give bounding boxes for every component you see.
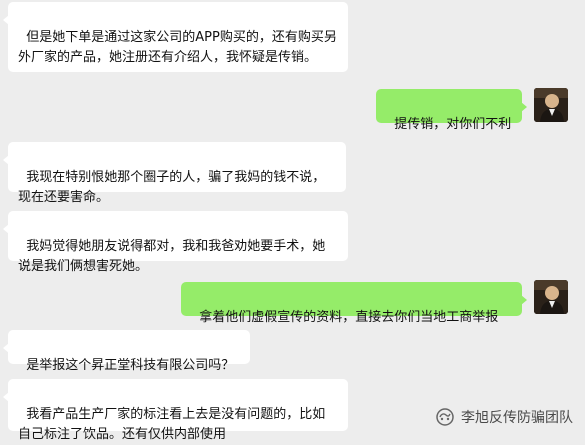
avatar[interactable] [534,280,568,314]
wechat-official-account-icon [436,408,454,426]
message-text: 拿着他们虚假宣传的资料，直接去你们当地工商举报 [199,310,499,325]
incoming-message: 我现在特别恨她那个圈子的人，骗了我妈的钱不说，现在还要害命。 [3,142,346,205]
person-avatar-icon [534,88,568,122]
person-avatar-icon [534,280,568,314]
outgoing-message: 拿着他们虚假宣传的资料，直接去你们当地工商举报 [181,282,527,325]
watermark: 李旭反传防骗团队 [435,407,573,427]
message-text: 但是她下单是通过这家公司的APP购买的，还有购买另外厂家的产品，她注册还有介绍人… [18,30,337,65]
message-text: 我看产品生产厂家的标注看上去是没有问题的，比如自己标注了饮品。还有仅供内部使用 [18,407,326,442]
message-text: 提传销，对你们不利 [394,117,512,132]
watermark-text: 李旭反传防骗团队 [461,410,573,426]
message-text: 是举报这个昇正堂科技有限公司吗？ [26,358,235,373]
incoming-message: 我看产品生产厂家的标注看上去是没有问题的，比如自己标注了饮品。还有仅供内部使用 [3,379,348,442]
incoming-message: 我妈觉得她朋友说得都对，我和我爸劝她要手术，她说是我们俩想害死她。 [3,211,348,274]
incoming-message: 但是她下单是通过这家公司的APP购买的，还有购买另外厂家的产品，她注册还有介绍人… [3,2,348,72]
incoming-message: 是举报这个昇正堂科技有限公司吗？ [3,330,250,373]
message-text: 我妈觉得她朋友说得都对，我和我爸劝她要手术，她说是我们俩想害死她。 [18,239,326,274]
avatar[interactable] [534,88,568,122]
outgoing-message: 提传销，对你们不利 [376,89,527,132]
message-text: 我现在特别恨她那个圈子的人，骗了我妈的钱不说，现在还要害命。 [18,170,326,205]
